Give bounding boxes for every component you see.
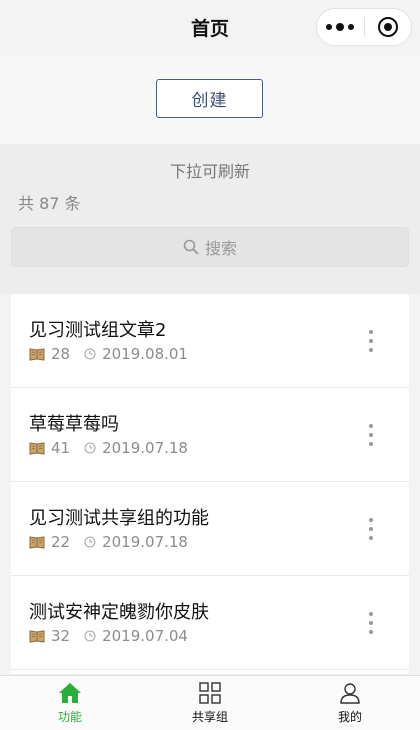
kebab-dot-icon: [369, 536, 373, 540]
search-input[interactable]: 搜索: [11, 227, 409, 267]
book-icon: [29, 536, 45, 549]
item-meta: 28 2019.08.01: [29, 345, 188, 363]
target-icon: [377, 17, 398, 37]
create-button[interactable]: 创建: [156, 79, 263, 118]
kebab-dot-icon: [369, 433, 373, 437]
item-count: 32: [51, 627, 71, 645]
tab-label: 共享组: [191, 710, 228, 724]
total-count: 共 87 条: [18, 194, 81, 213]
item-date: 2019.07.18: [102, 533, 188, 551]
close-miniprogram-button[interactable]: [364, 9, 411, 45]
clock-icon: [84, 442, 96, 454]
create-area: 创建: [0, 56, 420, 144]
item-title: 草莓草莓吗: [29, 414, 119, 435]
kebab-dot-icon: [369, 621, 373, 625]
item-count: 41: [51, 439, 71, 457]
book-icon: [29, 442, 45, 455]
user-icon: [340, 683, 360, 704]
item-date: 2019.08.01: [102, 345, 188, 363]
home-icon: [59, 683, 81, 703]
more-options-button[interactable]: [367, 518, 375, 540]
item-count: 28: [51, 345, 71, 363]
item-meta: 22 2019.07.18: [29, 533, 188, 551]
item-meta: 41 2019.07.18: [29, 439, 188, 457]
more-options-button[interactable]: [367, 424, 375, 446]
list-item[interactable]: 测试安神定魄勠你皮肤 32 2019.07.04: [11, 576, 409, 670]
book-icon: [29, 630, 45, 643]
more-options-button[interactable]: [367, 612, 375, 634]
kebab-dot-icon: [369, 630, 373, 634]
list-item[interactable]: 草莓草莓吗 41 2019.07.18: [11, 388, 409, 482]
tab-shared-group[interactable]: 共享组: [140, 676, 280, 730]
clock-icon: [84, 630, 96, 642]
article-list: 见习测试组文章2 28 2019.08.01 草莓草莓吗 41 2019.07.…: [11, 294, 409, 674]
tab-mine[interactable]: 我的: [280, 676, 420, 730]
pull-refresh-area: 下拉可刷新 共 87 条 搜索: [0, 144, 420, 294]
miniprogram-capsule: [316, 8, 412, 46]
list-item[interactable]: 见习测试组文章2 28 2019.08.01: [11, 294, 409, 388]
item-title: 测试安神定魄勠你皮肤: [29, 602, 209, 623]
search-icon: [183, 239, 199, 255]
tab-bar: 功能 共享组 我的: [0, 675, 420, 730]
tab-features[interactable]: 功能: [0, 676, 140, 730]
kebab-dot-icon: [369, 348, 373, 352]
more-options-button[interactable]: [367, 330, 375, 352]
item-title: 见习测试组文章2: [29, 320, 167, 341]
grid-icon: [199, 682, 221, 704]
item-count: 22: [51, 533, 71, 551]
kebab-dot-icon: [369, 424, 373, 428]
search-placeholder: 搜索: [204, 239, 237, 258]
tab-label: 功能: [57, 710, 82, 724]
clock-icon: [84, 348, 96, 360]
tab-label: 我的: [337, 710, 362, 724]
clock-icon: [84, 536, 96, 548]
more-dot-icon: [336, 23, 345, 31]
kebab-dot-icon: [369, 612, 373, 616]
item-date: 2019.07.18: [102, 439, 188, 457]
item-title: 见习测试共享组的功能: [29, 508, 209, 529]
more-dot-icon: [326, 24, 333, 30]
kebab-dot-icon: [369, 442, 373, 446]
item-meta: 32 2019.07.04: [29, 627, 188, 645]
kebab-dot-icon: [369, 518, 373, 522]
pull-refresh-text: 下拉可刷新: [169, 162, 250, 181]
more-button[interactable]: [317, 9, 364, 45]
item-date: 2019.07.04: [102, 627, 188, 645]
kebab-dot-icon: [369, 330, 373, 334]
more-dot-icon: [348, 24, 355, 30]
list-item[interactable]: 见习测试共享组的功能 22 2019.07.18: [11, 482, 409, 576]
kebab-dot-icon: [369, 339, 373, 343]
navbar: 首页: [0, 0, 420, 56]
book-icon: [29, 348, 45, 361]
kebab-dot-icon: [369, 527, 373, 531]
